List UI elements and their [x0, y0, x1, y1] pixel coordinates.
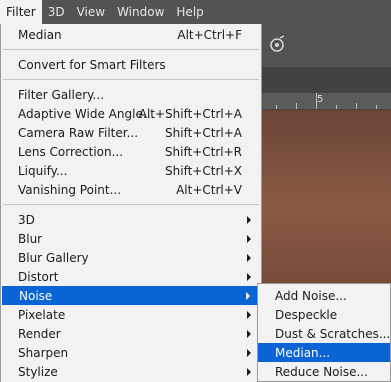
menu-item-label: Noise — [19, 288, 53, 303]
menu-item-filter-gallery[interactable]: Filter Gallery... — [1, 85, 261, 104]
target-adjust-icon[interactable] — [268, 35, 286, 53]
menu-item-camera-raw-filter[interactable]: Camera Raw Filter... Shift+Ctrl+A — [1, 123, 261, 142]
menu-separator — [3, 49, 259, 50]
menu-item-shortcut: Alt+Ctrl+V — [176, 182, 242, 197]
menu-item-label: 3D — [18, 212, 35, 227]
menu-item-label: Sharpen — [18, 345, 69, 360]
chevron-right-icon — [247, 235, 251, 243]
menu-item-shortcut: Alt+Shift+Ctrl+A — [138, 106, 242, 121]
noise-submenu: Add Noise... Despeckle Dust & Scratches.… — [257, 283, 391, 382]
chevron-right-icon — [247, 273, 251, 281]
menu-item-label: Median... — [275, 345, 331, 360]
submenu-stylize[interactable]: Stylize — [1, 362, 261, 381]
submenu-blur-gallery[interactable]: Blur Gallery — [1, 248, 261, 267]
chevron-right-icon — [247, 216, 251, 224]
chevron-right-icon — [247, 311, 251, 319]
menu-item-label: Convert for Smart Filters — [18, 57, 166, 72]
menu-3d[interactable]: 3D — [42, 0, 71, 24]
menu-item-liquify[interactable]: Liquify... Shift+Ctrl+X — [1, 161, 261, 180]
menu-item-label: Render — [18, 326, 61, 341]
submenu-3d[interactable]: 3D — [1, 210, 261, 229]
menu-item-label: Despeckle — [275, 307, 338, 322]
menu-item-despeckle[interactable]: Despeckle — [258, 305, 390, 324]
menu-item-label: Liquify... — [18, 163, 68, 178]
chevron-right-icon — [246, 292, 250, 300]
menu-item-label: Camera Raw Filter... — [18, 125, 139, 140]
menu-separator — [3, 79, 259, 80]
menu-item-label: Vanishing Point... — [18, 182, 122, 197]
menu-item-shortcut: Shift+Ctrl+R — [164, 144, 242, 159]
chevron-right-icon — [247, 254, 251, 262]
ruler-number: 5 — [317, 94, 324, 105]
menu-window[interactable]: Window — [111, 0, 170, 24]
submenu-blur[interactable]: Blur — [1, 229, 261, 248]
menu-item-label: Lens Correction... — [18, 144, 124, 159]
submenu-sharpen[interactable]: Sharpen — [1, 343, 261, 362]
menu-separator — [3, 204, 259, 205]
menu-item-dust-scratches[interactable]: Dust & Scratches... — [258, 324, 390, 343]
horizontal-ruler: 5 — [262, 92, 391, 110]
chevron-right-icon — [247, 349, 251, 357]
menu-filter[interactable]: Filter — [0, 0, 42, 24]
menu-item-add-noise[interactable]: Add Noise... — [258, 286, 390, 305]
submenu-pixelate[interactable]: Pixelate — [1, 305, 261, 324]
menu-item-shortcut: Shift+Ctrl+X — [165, 163, 242, 178]
menu-item-label: Pixelate — [18, 307, 66, 322]
ruler-tick — [356, 103, 357, 109]
menu-help[interactable]: Help — [170, 0, 209, 24]
menu-view[interactable]: View — [71, 0, 111, 24]
menu-item-label: Filter Gallery... — [18, 87, 105, 102]
menu-item-label: Distort — [18, 269, 59, 284]
ruler-tick — [336, 105, 337, 109]
menu-item-label: Median — [18, 27, 62, 42]
ruler-tick — [376, 105, 377, 109]
submenu-render[interactable]: Render — [1, 324, 261, 343]
menu-item-label: Reduce Noise... — [275, 364, 368, 379]
ruler-tick — [276, 105, 277, 109]
menu-item-shortcut: Shift+Ctrl+A — [165, 125, 242, 140]
menu-item-shortcut: Alt+Ctrl+F — [177, 27, 242, 42]
submenu-distort[interactable]: Distort — [1, 267, 261, 286]
chevron-right-icon — [247, 330, 251, 338]
menu-item-last-filter[interactable]: Median Alt+Ctrl+F — [1, 25, 261, 44]
submenu-noise[interactable]: Noise — [2, 286, 260, 305]
menu-item-lens-correction[interactable]: Lens Correction... Shift+Ctrl+R — [1, 142, 261, 161]
filter-menu: Median Alt+Ctrl+F Convert for Smart Filt… — [0, 24, 262, 382]
menu-item-label: Adaptive Wide Angle... — [18, 106, 155, 121]
menu-item-vanishing-point[interactable]: Vanishing Point... Alt+Ctrl+V — [1, 180, 261, 199]
menu-item-adaptive-wide-angle[interactable]: Adaptive Wide Angle... Alt+Shift+Ctrl+A — [1, 104, 261, 123]
ruler-tick — [296, 103, 297, 109]
ruler-tick — [316, 93, 317, 109]
menu-bar: Filter 3D View Window Help — [0, 0, 391, 24]
menu-item-label: Add Noise... — [275, 288, 347, 303]
menu-item-label: Blur Gallery — [18, 250, 89, 265]
menu-item-label: Dust & Scratches... — [275, 326, 391, 341]
menu-item-reduce-noise[interactable]: Reduce Noise... — [258, 362, 390, 381]
menu-item-median[interactable]: Median... — [258, 343, 390, 362]
document-tab-bar — [262, 67, 391, 92]
menu-item-convert-smart-filters[interactable]: Convert for Smart Filters — [1, 55, 261, 74]
menu-item-label: Stylize — [18, 364, 58, 379]
chevron-right-icon — [247, 368, 251, 376]
menu-item-label: Blur — [18, 231, 43, 246]
